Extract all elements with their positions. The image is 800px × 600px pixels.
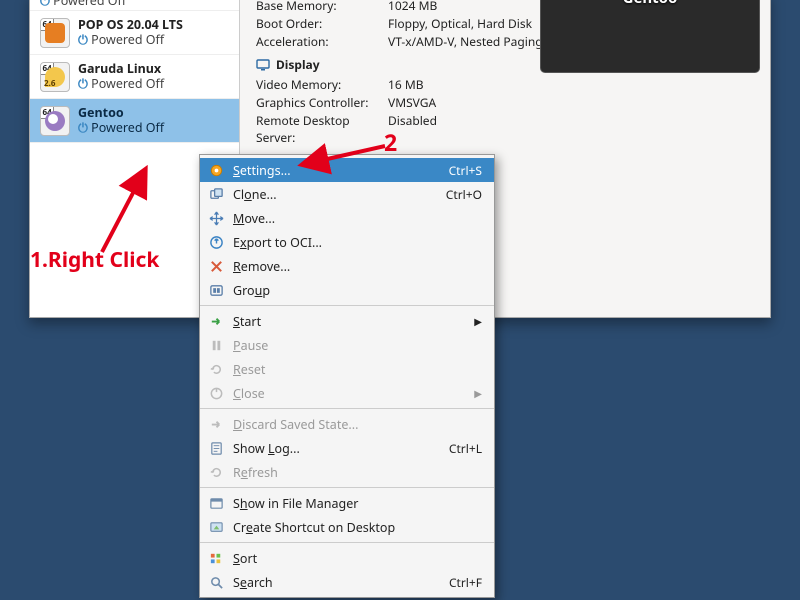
detail-value: VMSVGA <box>388 94 762 111</box>
menu-item-shortcut: Ctrl+L <box>449 440 482 457</box>
start-icon <box>208 313 224 329</box>
menu-item-shortcut: Ctrl+O <box>446 186 482 203</box>
menu-item-export-to-oci[interactable]: Export to OCI... <box>200 230 494 254</box>
menu-item-sort[interactable]: Sort <box>200 546 494 570</box>
menu-item-label: Sort <box>233 550 482 567</box>
detail-key: Video Memory: <box>256 76 388 93</box>
menu-item-start[interactable]: Start ▶ <box>200 309 494 333</box>
shortcut-icon <box>208 519 224 535</box>
annotation-step-1: 1.Right Click <box>30 246 159 274</box>
clone-icon <box>208 186 224 202</box>
reset-icon <box>208 361 224 377</box>
menu-item-show-in-file-manager[interactable]: Show in File Manager <box>200 491 494 515</box>
annotation-arrow-2-icon <box>293 140 393 180</box>
detail-key: Graphics Controller: <box>256 94 388 111</box>
submenu-arrow-icon: ▶ <box>474 314 482 328</box>
menu-item-create-shortcut-on-desktop[interactable]: Create Shortcut on Desktop <box>200 515 494 539</box>
vm-preview-thumbnail[interactable]: Gentoo <box>540 0 760 73</box>
vm-os-icon: 64 2.6 <box>40 62 70 92</box>
discard-icon <box>208 416 224 432</box>
menu-item-label: Pause <box>233 337 482 354</box>
detail-key: Acceleration: <box>256 33 388 50</box>
vm-state-label: Powered Off <box>40 0 126 9</box>
preview-label: Gentoo <box>623 0 678 8</box>
detail-value: Disabled <box>388 112 762 146</box>
menu-item-label: Export to OCI... <box>233 234 482 251</box>
menu-item-label: Group <box>233 282 482 299</box>
menu-item-label: Start <box>233 313 465 330</box>
export-icon <box>208 234 224 250</box>
display-icon <box>256 58 270 72</box>
menu-item-label: Show in File Manager <box>233 495 482 512</box>
menu-separator <box>200 542 494 543</box>
menu-separator <box>200 487 494 488</box>
close-icon <box>208 385 224 401</box>
remove-icon <box>208 258 224 274</box>
vm-os-icon: 64 <box>40 106 70 136</box>
detail-key: Base Memory: <box>256 0 388 14</box>
sort-icon <box>208 550 224 566</box>
menu-item-label: Search <box>233 574 440 591</box>
vm-state-label: Powered Off <box>78 121 164 135</box>
log-icon <box>208 440 224 456</box>
submenu-arrow-icon: ▶ <box>474 386 482 400</box>
menu-item-label: Show Log... <box>233 440 440 457</box>
annotation-step-2: 2 <box>384 126 397 158</box>
menu-item-search[interactable]: Search Ctrl+F <box>200 570 494 594</box>
vm-list-item[interactable]: 64 POP OS 20.04 LTS Powered Off <box>30 11 239 55</box>
group-icon <box>208 282 224 298</box>
menu-item-label: Remove... <box>233 258 482 275</box>
menu-item-label: Reset <box>233 361 482 378</box>
menu-item-label: Clone... <box>233 186 437 203</box>
menu-item-remove[interactable]: Remove... <box>200 254 494 278</box>
menu-item-label: Create Shortcut on Desktop <box>233 519 482 536</box>
move-icon <box>208 210 224 226</box>
vm-state-label: Powered Off <box>78 77 164 91</box>
vm-os-icon: 64 <box>40 18 70 48</box>
vm-list-item[interactable]: Powered Off <box>30 0 239 11</box>
menu-item-pause: Pause <box>200 333 494 357</box>
gear-icon <box>208 162 224 178</box>
menu-item-move[interactable]: Move... <box>200 206 494 230</box>
menu-item-refresh: Refresh <box>200 460 494 484</box>
refresh-icon <box>208 464 224 480</box>
menu-item-label: Discard Saved State... <box>233 416 482 433</box>
menu-item-group[interactable]: Group <box>200 278 494 302</box>
menu-item-label: Move... <box>233 210 482 227</box>
menu-item-discard-saved-state: Discard Saved State... <box>200 412 494 436</box>
menu-item-clone[interactable]: Clone... Ctrl+O <box>200 182 494 206</box>
vm-list-item[interactable]: 64 2.6 Garuda Linux Powered Off <box>30 55 239 99</box>
menu-separator <box>200 305 494 306</box>
menu-item-shortcut: Ctrl+S <box>449 162 482 179</box>
fileman-icon <box>208 495 224 511</box>
menu-separator <box>200 408 494 409</box>
menu-item-label: Close <box>233 385 465 402</box>
vm-list-item-selected[interactable]: 64 Gentoo Powered Off <box>30 99 239 143</box>
menu-item-label: Refresh <box>233 464 482 481</box>
detail-value: 16 MB <box>388 76 762 93</box>
vm-state-label: Powered Off <box>78 33 183 47</box>
menu-item-reset: Reset <box>200 357 494 381</box>
pause-icon <box>208 337 224 353</box>
menu-item-shortcut: Ctrl+F <box>449 574 482 591</box>
menu-item-show-log[interactable]: Show Log... Ctrl+L <box>200 436 494 460</box>
search-icon <box>208 574 224 590</box>
detail-key: Boot Order: <box>256 15 388 32</box>
vm-context-menu: Settings...Ctrl+SClone...Ctrl+OMove...Ex… <box>199 154 495 598</box>
menu-item-close: Close ▶ <box>200 381 494 405</box>
